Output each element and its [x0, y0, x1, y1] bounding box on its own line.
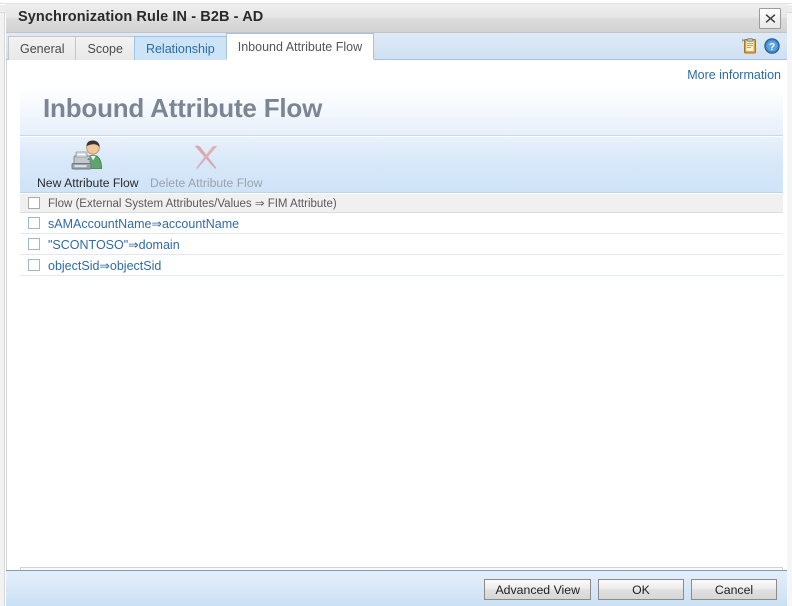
- delete-attribute-flow-label: Delete Attribute Flow: [150, 176, 263, 190]
- row-select-cell: [20, 238, 47, 250]
- tab-general-label: General: [20, 41, 65, 56]
- row-checkbox[interactable]: [27, 259, 40, 271]
- attribute-flow-panel: Inbound Attribute Flow New Attribute Flo…: [20, 86, 783, 541]
- row-flow-link[interactable]: "SCONTOSO"⇒domain: [47, 237, 180, 252]
- attribute-flow-toolbar: New Attribute Flow Delete Attribute Flow: [20, 137, 783, 193]
- row-select-cell: [20, 217, 47, 229]
- clipboard-add-icon[interactable]: [740, 38, 757, 54]
- panel-header: Inbound Attribute Flow: [20, 86, 783, 136]
- sync-rule-dialog: Synchronization Rule IN - B2B - AD Gener…: [6, 4, 787, 606]
- tab-scope-label: Scope: [87, 41, 123, 56]
- grid-column-header-flow: Flow (External System Attributes/Values …: [48, 198, 337, 210]
- row-checkbox[interactable]: [27, 217, 40, 229]
- dialog-title-bar: Synchronization Rule IN - B2B - AD: [6, 4, 787, 33]
- close-icon: [765, 14, 775, 23]
- row-checkbox[interactable]: [27, 238, 40, 250]
- select-all-cell: [20, 197, 47, 209]
- ok-button[interactable]: OK: [598, 579, 684, 600]
- row-flow-link[interactable]: objectSid⇒objectSid: [47, 258, 161, 273]
- red-x-icon: [187, 139, 225, 175]
- tab-scope[interactable]: Scope: [75, 36, 135, 60]
- help-icon[interactable]: ?: [764, 38, 780, 54]
- delete-attribute-flow-button[interactable]: Delete Attribute Flow: [150, 139, 262, 190]
- tab-inbound-attribute-flow[interactable]: Inbound Attribute Flow: [225, 33, 375, 60]
- new-attribute-flow-button[interactable]: New Attribute Flow: [37, 139, 139, 190]
- tab-general[interactable]: General: [8, 36, 77, 60]
- more-information-row: More information: [687, 66, 781, 84]
- dialog-body: More information Inbound Attribute Flow: [6, 60, 787, 594]
- advanced-view-button[interactable]: Advanced View: [484, 579, 591, 600]
- tab-inbound-attribute-flow-label: Inbound Attribute Flow: [237, 39, 363, 54]
- footer-button-group: Advanced View OK Cancel: [484, 579, 777, 600]
- tab-relationship-label: Relationship: [145, 41, 215, 56]
- table-row[interactable]: objectSid⇒objectSid: [20, 255, 783, 276]
- tab-strip: General Scope Relationship Inbound Attri…: [6, 33, 787, 60]
- close-button[interactable]: [759, 8, 781, 29]
- table-row[interactable]: sAMAccountName⇒accountName: [20, 213, 783, 234]
- new-attribute-flow-label: New Attribute Flow: [37, 176, 139, 190]
- select-all-checkbox[interactable]: [27, 197, 40, 209]
- dialog-footer: Advanced View OK Cancel: [6, 570, 787, 606]
- background-left-rail: [0, 13, 5, 606]
- new-user-flow-icon: [69, 139, 107, 175]
- tab-strip-actions: ?: [740, 38, 780, 54]
- row-flow-link[interactable]: sAMAccountName⇒accountName: [47, 216, 239, 231]
- attribute-flow-grid: Flow (External System Attributes/Values …: [20, 194, 783, 276]
- dialog-title: Synchronization Rule IN - B2B - AD: [18, 9, 264, 25]
- more-information-link[interactable]: More information: [687, 68, 781, 82]
- svg-text:?: ?: [769, 42, 775, 53]
- tab-relationship[interactable]: Relationship: [133, 36, 227, 60]
- table-row[interactable]: "SCONTOSO"⇒domain: [20, 234, 783, 255]
- page-title: Inbound Attribute Flow: [43, 93, 323, 123]
- cancel-button[interactable]: Cancel: [691, 579, 777, 600]
- row-select-cell: [20, 259, 47, 271]
- grid-header-row: Flow (External System Attributes/Values …: [20, 194, 783, 213]
